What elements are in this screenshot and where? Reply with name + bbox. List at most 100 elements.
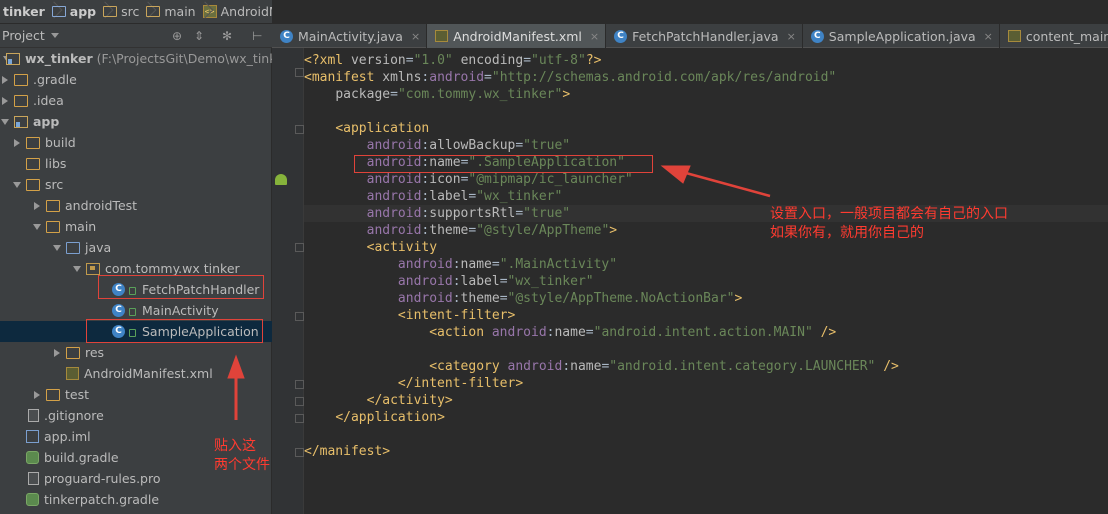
fold-marker-icon[interactable] xyxy=(295,68,304,77)
chevron-right-icon[interactable] xyxy=(32,390,42,400)
tree-item-main[interactable]: main xyxy=(0,216,272,237)
tree-item-mainactivity[interactable]: C MainActivity xyxy=(0,300,272,321)
tree-item-test[interactable]: test xyxy=(0,384,272,405)
tree-item-label: .idea xyxy=(33,93,64,108)
code-line[interactable]: android:allowBackup="true" xyxy=(304,137,571,154)
fold-marker-icon[interactable] xyxy=(295,380,304,389)
tree-item-label: java xyxy=(85,240,112,255)
tree-item-label: test xyxy=(65,387,90,402)
highlight-box-fetchpatchhandler xyxy=(98,275,264,299)
chevron-down-icon[interactable] xyxy=(50,33,59,38)
chevron-right-icon[interactable] xyxy=(0,75,10,85)
tree-item-label: wx_tinker xyxy=(25,51,93,66)
folder-icon xyxy=(26,136,40,149)
module-folder-icon xyxy=(51,6,66,17)
tree-item-idea[interactable]: .idea xyxy=(0,90,272,111)
xml-file-icon xyxy=(1007,30,1021,42)
tree-item-gradle[interactable]: .gradle xyxy=(0,69,272,90)
breadcrumb-label: main xyxy=(164,4,196,19)
code-line[interactable]: package="com.tommy.wx_tinker"> xyxy=(304,86,570,103)
close-icon[interactable]: × xyxy=(411,30,420,43)
tree-item-label: res xyxy=(85,345,105,360)
tree-item-java[interactable]: java xyxy=(0,237,272,258)
tree-item-tinkerpatch-gradle[interactable]: tinkerpatch.gradle xyxy=(0,489,272,510)
tab-sampleapplication-java[interactable]: C SampleApplication.java × xyxy=(803,24,1000,48)
chevron-right-icon[interactable] xyxy=(12,138,22,148)
code-line[interactable]: </manifest> xyxy=(304,443,390,460)
code-line[interactable]: <intent-filter> xyxy=(304,307,515,324)
code-line[interactable]: android:theme="@style/AppTheme"> xyxy=(304,222,617,239)
tab-fetchpatchhandler-java[interactable]: C FetchPatchHandler.java × xyxy=(606,24,803,48)
fold-marker-icon[interactable] xyxy=(295,243,304,252)
gear-icon[interactable]: ✻ xyxy=(222,29,232,43)
tree-item-label: app.iml xyxy=(44,429,91,444)
resource-folder-icon xyxy=(66,346,80,359)
code-line[interactable]: <activity xyxy=(304,239,437,256)
chevron-down-icon[interactable] xyxy=(72,264,82,274)
breadcrumb-label: src xyxy=(121,4,140,19)
code-line[interactable]: <category android:name="android.intent.c… xyxy=(304,358,899,375)
fold-marker-icon[interactable] xyxy=(295,414,304,423)
breadcrumb-item-project[interactable]: tinker xyxy=(0,0,49,23)
chevron-right-icon[interactable] xyxy=(52,348,62,358)
tab-content-main-xml[interactable]: content_main.xml× xyxy=(1000,24,1108,48)
package-icon xyxy=(86,262,100,275)
chevron-right-icon[interactable] xyxy=(32,201,42,211)
breadcrumb-label: app xyxy=(69,4,97,19)
chevron-down-icon[interactable] xyxy=(52,243,62,253)
breadcrumb-label: AndroidManifest.xml xyxy=(220,4,272,19)
tree-item-gitignore[interactable]: .gitignore xyxy=(0,405,272,426)
android-icon[interactable] xyxy=(275,174,287,185)
fold-marker-icon[interactable] xyxy=(295,448,304,457)
tree-item-label: build xyxy=(45,135,76,150)
tab-androidmanifest-xml[interactable]: AndroidManifest.xml × xyxy=(427,24,607,48)
code-line[interactable]: <application xyxy=(304,120,429,137)
fold-marker-icon[interactable] xyxy=(295,125,304,134)
tab-mainactivity-java[interactable]: C MainActivity.java × xyxy=(272,24,428,48)
hide-panel-icon[interactable]: ⊢ xyxy=(252,29,262,43)
code-line[interactable]: </application> xyxy=(304,409,445,426)
locate-icon[interactable]: ⊕ xyxy=(172,29,182,43)
tree-item-app[interactable]: app xyxy=(0,111,272,132)
code-line[interactable]: android:label="wx_tinker" xyxy=(304,188,563,205)
chevron-right-icon[interactable] xyxy=(0,96,10,106)
code-line[interactable]: </intent-filter> xyxy=(304,375,523,392)
code-line[interactable]: android:icon="@mipmap/ic_launcher" xyxy=(304,171,633,188)
tree-item-label: main xyxy=(65,219,97,234)
tree-item-build[interactable]: build xyxy=(0,132,272,153)
tree-item-libs[interactable]: libs xyxy=(0,153,272,174)
breadcrumb-item-main[interactable]: main xyxy=(143,0,199,23)
code-line[interactable]: android:name=".MainActivity" xyxy=(304,256,617,273)
tree-item-res[interactable]: res xyxy=(0,342,272,363)
tree-item-src[interactable]: src xyxy=(0,174,272,195)
tree-item-androidtest[interactable]: androidTest xyxy=(0,195,272,216)
code-line[interactable]: <action android:name="android.intent.act… xyxy=(304,324,836,341)
folder-icon xyxy=(14,94,28,107)
code-line[interactable]: android:theme="@style/AppTheme.NoActionB… xyxy=(304,290,742,307)
code-line[interactable]: <?xml version="1.0" encoding="utf-8"?> xyxy=(304,52,601,69)
close-icon[interactable]: × xyxy=(984,30,993,43)
close-icon[interactable]: × xyxy=(787,30,796,43)
source-folder-icon xyxy=(66,241,80,254)
project-panel-header: Project ⊕ ⇕ ✻ ⊢ xyxy=(0,24,272,48)
fold-marker-icon[interactable] xyxy=(295,397,304,406)
code-line[interactable]: android:label="wx_tinker" xyxy=(304,273,594,290)
project-view-selector[interactable]: Project xyxy=(0,28,45,43)
code-editor[interactable]: <?xml version="1.0" encoding="utf-8"?> <m… xyxy=(304,48,1108,514)
chevron-down-icon[interactable] xyxy=(0,117,10,127)
code-line[interactable]: <manifest xmlns:android="http://schemas.… xyxy=(304,69,836,86)
tree-item-wx-tinker[interactable]: wx_tinker (F:\ProjectsGit\Demo\wx_tinker) xyxy=(0,48,294,69)
tree-item-androidmanifest-xml[interactable]: AndroidManifest.xml xyxy=(0,363,272,384)
fold-marker-icon[interactable] xyxy=(295,312,304,321)
tab-label: FetchPatchHandler.java xyxy=(632,28,779,44)
chevron-down-icon[interactable] xyxy=(32,222,42,232)
editor-tab-bar: C MainActivity.java × AndroidManifest.xml × C… xyxy=(272,24,1108,48)
collapse-all-icon[interactable]: ⇕ xyxy=(194,29,204,43)
close-icon[interactable]: × xyxy=(590,30,599,43)
code-line[interactable]: </activity> xyxy=(304,392,453,409)
chevron-down-icon[interactable] xyxy=(12,180,22,190)
